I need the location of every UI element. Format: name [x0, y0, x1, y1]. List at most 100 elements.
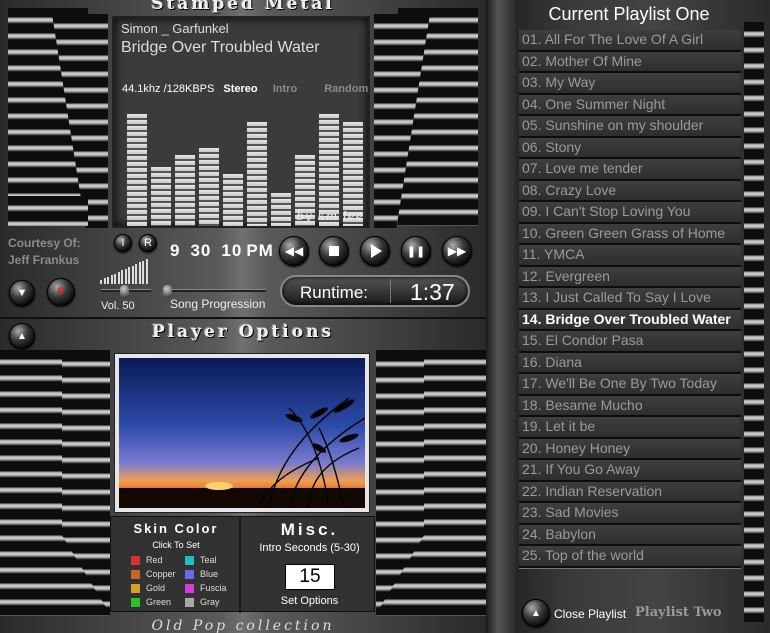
volume-tick	[131, 265, 134, 284]
playlist-track[interactable]: 04. One Summer Night	[519, 94, 741, 116]
runtime-divider	[390, 279, 391, 303]
swatch-label: Gold	[146, 583, 166, 593]
playlist-track[interactable]: 21. If You Go Away	[519, 460, 741, 482]
song-title: Bridge Over Troubled Water	[121, 39, 320, 56]
playlist-track[interactable]: 05. Sunshine on my shoulder	[519, 116, 741, 138]
playlist-track[interactable]: 06. Stony	[519, 137, 741, 159]
clock-hour: 9	[170, 241, 181, 260]
playlist-track[interactable]: 20. Honey Honey	[519, 438, 741, 460]
volume-tick	[121, 270, 123, 284]
skin-swatch-fuscia[interactable]: Fuscia	[185, 583, 227, 593]
courtesy-text: Courtesy Of: Jeff Frankus	[8, 235, 81, 269]
equalizer-bar	[127, 113, 147, 226]
playlist-track[interactable]: 18. Besame Mucho	[519, 395, 741, 417]
clock-ampm: PM	[246, 241, 274, 260]
random-toggle[interactable]: Random	[324, 83, 368, 95]
volume-tick	[128, 267, 130, 284]
next-button[interactable]: ▶▶	[442, 236, 472, 266]
playlist-track[interactable]: 09. I Can't Stop Loving You	[519, 202, 741, 224]
playlist-track[interactable]: 11. YMCA	[519, 245, 741, 267]
playlist-track[interactable]: 10. Green Green Grass of Home	[519, 223, 741, 245]
artist-name: Simon _ Garfunkel	[121, 21, 229, 36]
skin-swatch-gold[interactable]: Gold	[131, 583, 165, 593]
equalizer-bar	[199, 148, 219, 226]
collection-label: Old Pop collection	[151, 618, 335, 633]
skin-swatch-copper[interactable]: Copper	[131, 569, 176, 579]
playlist-track[interactable]: 15. El Condor Pasa	[519, 331, 741, 353]
volume-label: Vol. 50	[101, 300, 135, 312]
previous-button[interactable]: ◀◀	[279, 236, 309, 266]
album-photo-frame	[114, 353, 370, 513]
p-button[interactable]: P	[47, 278, 75, 306]
playlist-track[interactable]: 02. Mother Of Mine	[519, 51, 741, 73]
volume-tick	[107, 276, 109, 284]
volume-tick	[145, 259, 148, 284]
stop-icon	[329, 246, 339, 256]
swatch-color	[131, 583, 140, 593]
stop-button[interactable]	[319, 236, 349, 266]
runtime-label: Runtime:	[300, 283, 369, 302]
volume-tick	[103, 278, 106, 284]
playlist-track[interactable]: 01. All For The Love Of A Girl	[519, 30, 741, 52]
lower-left-grille	[8, 196, 88, 226]
skin-swatch-green[interactable]: Green	[131, 597, 171, 607]
playlist-track[interactable]: 24. Babylon	[519, 524, 741, 546]
close-playlist-label[interactable]: Close Playlist	[554, 607, 626, 621]
intro-seconds-input[interactable]	[285, 564, 335, 590]
skin-swatch-red[interactable]: Red	[131, 555, 163, 565]
swatch-label: Blue	[200, 569, 219, 579]
playlist-track[interactable]: 23. Sad Movies	[519, 503, 741, 525]
song-progress-label: Song Progression	[170, 297, 266, 311]
equalizer-bar	[151, 167, 171, 226]
volume-slider[interactable]	[101, 285, 151, 298]
playlist-track[interactable]: 25. Top of the world	[519, 546, 741, 568]
song-progress-slider[interactable]	[163, 285, 266, 298]
playlist-track[interactable]: 16. Diana	[519, 352, 741, 374]
playlist-track[interactable]: 08. Crazy Love	[519, 180, 741, 202]
signature-text: by km lee	[296, 209, 364, 223]
close-playlist-button[interactable]: ▲	[522, 599, 550, 627]
skin-swatch-gray[interactable]: Gray	[185, 597, 220, 607]
runtime-display: Runtime: 1:37	[280, 275, 470, 307]
down-arrow-button[interactable]: ▼	[9, 280, 35, 306]
bitrate-text: 44.1khz /128KBPS	[122, 83, 215, 95]
swatch-color	[185, 597, 194, 607]
volume-tick	[117, 272, 120, 284]
swatch-label: Teal	[200, 555, 217, 565]
volume-tick	[114, 273, 116, 284]
pause-button[interactable]: ❚❚	[401, 236, 431, 266]
playlist-track[interactable]: 12. Evergreen	[519, 266, 741, 288]
p-icon: P	[57, 286, 65, 298]
r-icon: R	[144, 237, 152, 249]
clock-minute: 30	[190, 241, 212, 260]
playlist-track[interactable]: 07. Love me tender	[519, 159, 741, 181]
repeat-button[interactable]: R	[139, 234, 157, 252]
swatch-color	[185, 569, 194, 579]
info-button[interactable]: I	[114, 234, 132, 252]
swatch-label: Copper	[146, 569, 176, 579]
skip-forward-icon: ▶▶	[447, 244, 467, 258]
playlist-track[interactable]: 03. My Way	[519, 73, 741, 95]
skin-swatch-blue[interactable]: Blue	[185, 569, 218, 579]
skin-title: Stamped Metal	[151, 0, 335, 14]
clock-hour2: 10	[221, 241, 243, 260]
equalizer-bar	[223, 174, 243, 226]
swatch-color	[131, 597, 140, 607]
skin-swatch-teal[interactable]: Teal	[185, 555, 217, 565]
volume-tick	[142, 260, 144, 284]
intro-toggle[interactable]: Intro	[273, 83, 297, 95]
playlist-track[interactable]: 17. We'll Be One By Two Today	[519, 374, 741, 396]
playlist-two-link[interactable]: Playlist Two	[635, 605, 722, 620]
swatch-color	[131, 569, 140, 579]
playlist-track[interactable]: 13. I Just Called To Say I Love	[519, 288, 741, 310]
volume-tick	[135, 264, 137, 284]
play-button[interactable]	[360, 236, 390, 266]
courtesy-line1: Courtesy Of:	[8, 236, 81, 250]
playlist-track[interactable]: 22. Indian Reservation	[519, 481, 741, 503]
playlist-track[interactable]: 14. Bridge Over Troubled Water	[519, 309, 741, 331]
set-options-button[interactable]: Set Options	[243, 595, 376, 607]
playlist-track[interactable]: 19. Let it be	[519, 417, 741, 439]
volume-tick	[124, 268, 127, 284]
volume-knob[interactable]	[120, 285, 129, 298]
equalizer-bar	[175, 155, 195, 226]
